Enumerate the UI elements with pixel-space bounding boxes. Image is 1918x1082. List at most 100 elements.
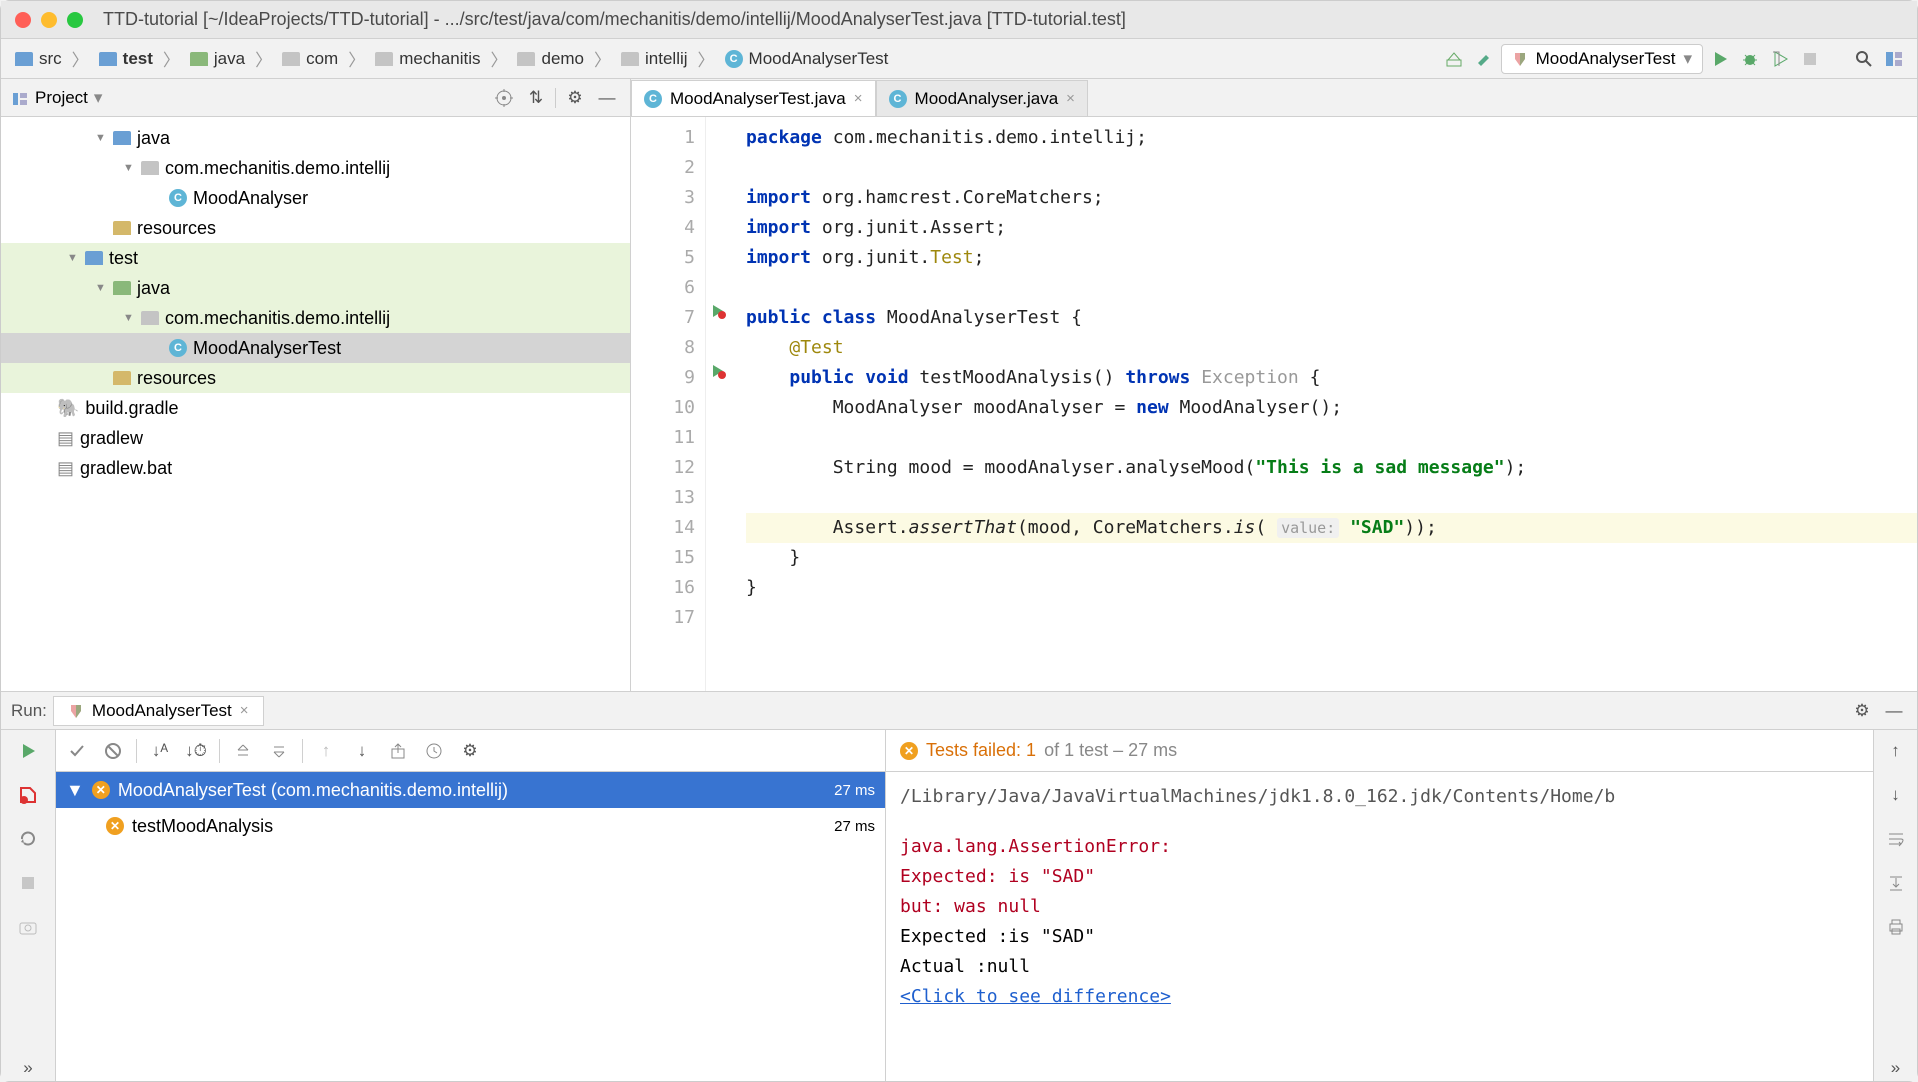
project-icon <box>11 89 29 107</box>
show-ignored-icon[interactable] <box>100 738 126 764</box>
locate-icon[interactable] <box>491 85 517 111</box>
tree-row[interactable]: CMoodAnalyser <box>1 183 630 213</box>
test-time: 27 ms <box>834 818 875 835</box>
stop-button[interactable] <box>1797 46 1823 72</box>
breadcrumb-item[interactable]: test <box>95 47 157 71</box>
soft-wrap-icon[interactable] <box>1883 826 1909 852</box>
debug-button[interactable] <box>1737 46 1763 72</box>
window-title: TTD-tutorial [~/IdeaProjects/TTD-tutoria… <box>103 9 1126 30</box>
breadcrumb-item[interactable]: com <box>278 47 342 71</box>
build-icon[interactable] <box>1441 46 1467 72</box>
test-row[interactable]: ▼✕MoodAnalyserTest (com.mechanitis.demo.… <box>56 772 885 808</box>
tests-failed-text: Tests failed: 1 <box>926 740 1036 761</box>
tree-label: com.mechanitis.demo.intellij <box>165 158 390 179</box>
test-output[interactable]: /Library/Java/JavaVirtualMachines/jdk1.8… <box>886 772 1873 1081</box>
tree-row[interactable]: CMoodAnalyserTest <box>1 333 630 363</box>
editor-tab[interactable]: CMoodAnalyserTest.java× <box>631 80 876 116</box>
toggle-auto-test-icon[interactable] <box>15 782 41 808</box>
run-tab[interactable]: MoodAnalyserTest × <box>53 696 264 726</box>
up-arrow-icon[interactable]: ↑ <box>1883 738 1909 764</box>
chevron-right-icon: 〉 <box>348 46 365 71</box>
coverage-button[interactable] <box>1767 46 1793 72</box>
navigation-bar: src〉test〉java〉com〉mechanitis〉demo〉intell… <box>1 39 1917 79</box>
rerun-button[interactable] <box>15 738 41 764</box>
down-arrow-icon[interactable]: ↓ <box>1883 782 1909 808</box>
show-passed-icon[interactable] <box>64 738 90 764</box>
close-window-icon[interactable] <box>15 12 31 28</box>
expand-collapse-icon[interactable]: ⇅ <box>523 85 549 111</box>
breadcrumb-item[interactable]: CMoodAnalyserTest <box>721 47 893 71</box>
gear-icon[interactable]: ⚙ <box>457 738 483 764</box>
sort-time-icon[interactable]: ↓⏱ <box>183 738 209 764</box>
hammer-icon[interactable] <box>1471 46 1497 72</box>
chevron-down-icon[interactable]: ▾ <box>94 88 103 108</box>
tree-row[interactable]: ▼java <box>1 123 630 153</box>
run-gutter-icon[interactable] <box>710 303 726 319</box>
tests-summary-text: of 1 test – 27 ms <box>1044 740 1177 761</box>
folder-icon <box>113 131 131 145</box>
project-tree[interactable]: ▼java▼com.mechanitis.demo.intellijCMoodA… <box>1 117 630 691</box>
folder-icon <box>190 52 208 66</box>
chevron-right-icon: 〉 <box>72 46 89 71</box>
expand-all-icon[interactable] <box>230 738 256 764</box>
editor-tabs: CMoodAnalyserTest.java×CMoodAnalyser.jav… <box>631 79 1917 117</box>
more-icon[interactable]: » <box>15 1055 41 1081</box>
failed-icon: ✕ <box>92 781 110 799</box>
run-button[interactable] <box>1707 46 1733 72</box>
project-structure-icon[interactable] <box>1881 46 1907 72</box>
breadcrumb-item[interactable]: mechanitis <box>371 47 484 71</box>
tree-row[interactable]: ▼com.mechanitis.demo.intellij <box>1 303 630 333</box>
tree-label: java <box>137 278 170 299</box>
prev-failed-icon[interactable]: ↑ <box>313 738 339 764</box>
sort-az-icon[interactable]: ↓ᴬ <box>147 738 173 764</box>
diff-link[interactable]: <Click to see difference> <box>900 982 1859 1012</box>
project-title: Project <box>35 88 88 108</box>
tree-row[interactable]: ▼test <box>1 243 630 273</box>
stop-icon[interactable] <box>15 870 41 896</box>
refresh-icon[interactable] <box>15 826 41 852</box>
test-tree[interactable]: ▼✕MoodAnalyserTest (com.mechanitis.demo.… <box>56 772 885 1081</box>
camera-icon[interactable] <box>15 914 41 940</box>
test-row[interactable]: ✕testMoodAnalysis27 ms <box>56 808 885 844</box>
collapse-all-icon[interactable] <box>266 738 292 764</box>
gear-icon[interactable]: ⚙ <box>562 85 588 111</box>
hide-panel-icon[interactable]: — <box>594 85 620 111</box>
breadcrumb-label: MoodAnalyserTest <box>749 49 889 69</box>
more-icon[interactable]: » <box>1883 1055 1909 1081</box>
breadcrumb-label: mechanitis <box>399 49 480 69</box>
breadcrumb-item[interactable]: demo <box>513 47 588 71</box>
close-icon[interactable]: × <box>854 90 863 107</box>
tree-row[interactable]: ▼java <box>1 273 630 303</box>
editor-body[interactable]: 1234567891011121314151617 package com.me… <box>631 117 1917 691</box>
code-content[interactable]: package com.mechanitis.demo.intellij; im… <box>736 117 1917 691</box>
close-icon[interactable]: × <box>240 702 249 719</box>
run-gutter-icon[interactable] <box>710 363 726 379</box>
tree-row[interactable]: resources <box>1 363 630 393</box>
history-icon[interactable] <box>421 738 447 764</box>
output-line: Expected: is "SAD" <box>900 862 1859 892</box>
java-class-icon: C <box>169 339 187 357</box>
breadcrumb-item[interactable]: java <box>186 47 249 71</box>
tree-row[interactable]: 🐘build.gradle <box>1 393 630 423</box>
print-icon[interactable] <box>1883 914 1909 940</box>
editor-tab[interactable]: CMoodAnalyser.java× <box>876 80 1088 116</box>
next-failed-icon[interactable]: ↓ <box>349 738 375 764</box>
chevron-right-icon: 〉 <box>163 46 180 71</box>
run-config-dropdown[interactable]: MoodAnalyserTest ▾ <box>1501 44 1703 74</box>
export-icon[interactable] <box>385 738 411 764</box>
failed-icon: ✕ <box>106 817 124 835</box>
tree-row[interactable]: ▼com.mechanitis.demo.intellij <box>1 153 630 183</box>
gear-icon[interactable]: ⚙ <box>1849 698 1875 724</box>
folder-icon <box>375 52 393 66</box>
search-icon[interactable] <box>1851 46 1877 72</box>
tree-row[interactable]: ▤gradlew <box>1 423 630 453</box>
hide-panel-icon[interactable]: — <box>1881 698 1907 724</box>
maximize-window-icon[interactable] <box>67 12 83 28</box>
breadcrumb-item[interactable]: src <box>11 47 66 71</box>
breadcrumb-item[interactable]: intellij <box>617 47 692 71</box>
tree-row[interactable]: ▤gradlew.bat <box>1 453 630 483</box>
scroll-to-end-icon[interactable] <box>1883 870 1909 896</box>
tree-row[interactable]: resources <box>1 213 630 243</box>
close-icon[interactable]: × <box>1066 90 1075 107</box>
minimize-window-icon[interactable] <box>41 12 57 28</box>
